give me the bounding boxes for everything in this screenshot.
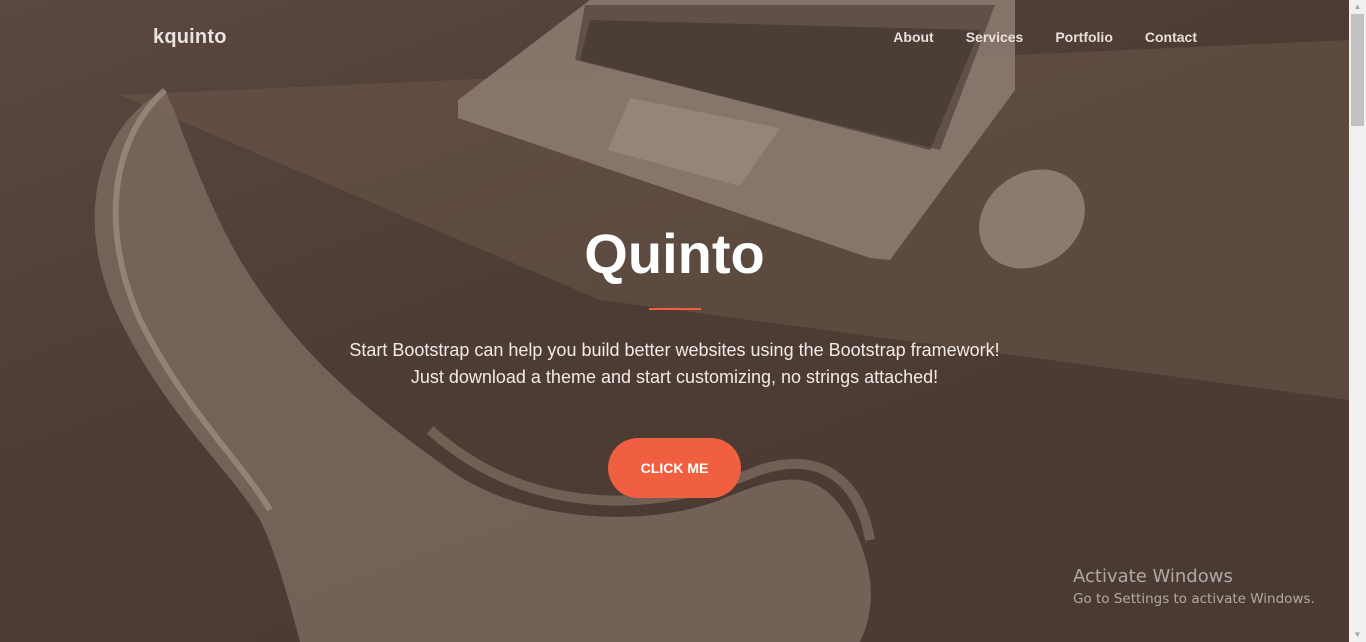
hero-title: Quinto — [584, 222, 765, 285]
brand-logo-link[interactable]: kquinto — [153, 26, 227, 49]
nav-link-services[interactable]: Services — [950, 29, 1040, 45]
nav-links: About Services Portfolio Contact — [877, 29, 1197, 45]
hero-section: kquinto About Services Portfolio Contact… — [0, 0, 1349, 642]
activate-windows-watermark: Activate Windows Go to Settings to activ… — [1073, 566, 1315, 610]
scrollbar-thumb[interactable] — [1351, 14, 1364, 126]
watermark-title: Activate Windows — [1073, 566, 1233, 587]
scroll-up-arrow-icon[interactable]: ▲ — [1349, 0, 1366, 14]
scroll-down-arrow-icon[interactable]: ▼ — [1349, 628, 1366, 642]
hero-lead-line-1: Start Bootstrap can help you build bette… — [349, 340, 1000, 360]
nav-link-about[interactable]: About — [877, 29, 949, 45]
navbar: kquinto About Services Portfolio Contact — [0, 0, 1349, 74]
watermark-subtitle: Go to Settings to activate Windows. — [1073, 591, 1315, 607]
nav-link-contact[interactable]: Contact — [1129, 29, 1197, 45]
vertical-scrollbar[interactable]: ▲ ▼ — [1349, 0, 1366, 642]
hero-lead-line-2: Just download a theme and start customiz… — [410, 367, 939, 387]
click-me-button[interactable]: CLICK ME — [608, 438, 741, 498]
hero-background-image — [94, 0, 1349, 642]
nav-link-portfolio[interactable]: Portfolio — [1039, 29, 1129, 45]
title-divider — [649, 308, 701, 310]
hero-lead-text: Start Bootstrap can help you build bette… — [0, 337, 1349, 391]
